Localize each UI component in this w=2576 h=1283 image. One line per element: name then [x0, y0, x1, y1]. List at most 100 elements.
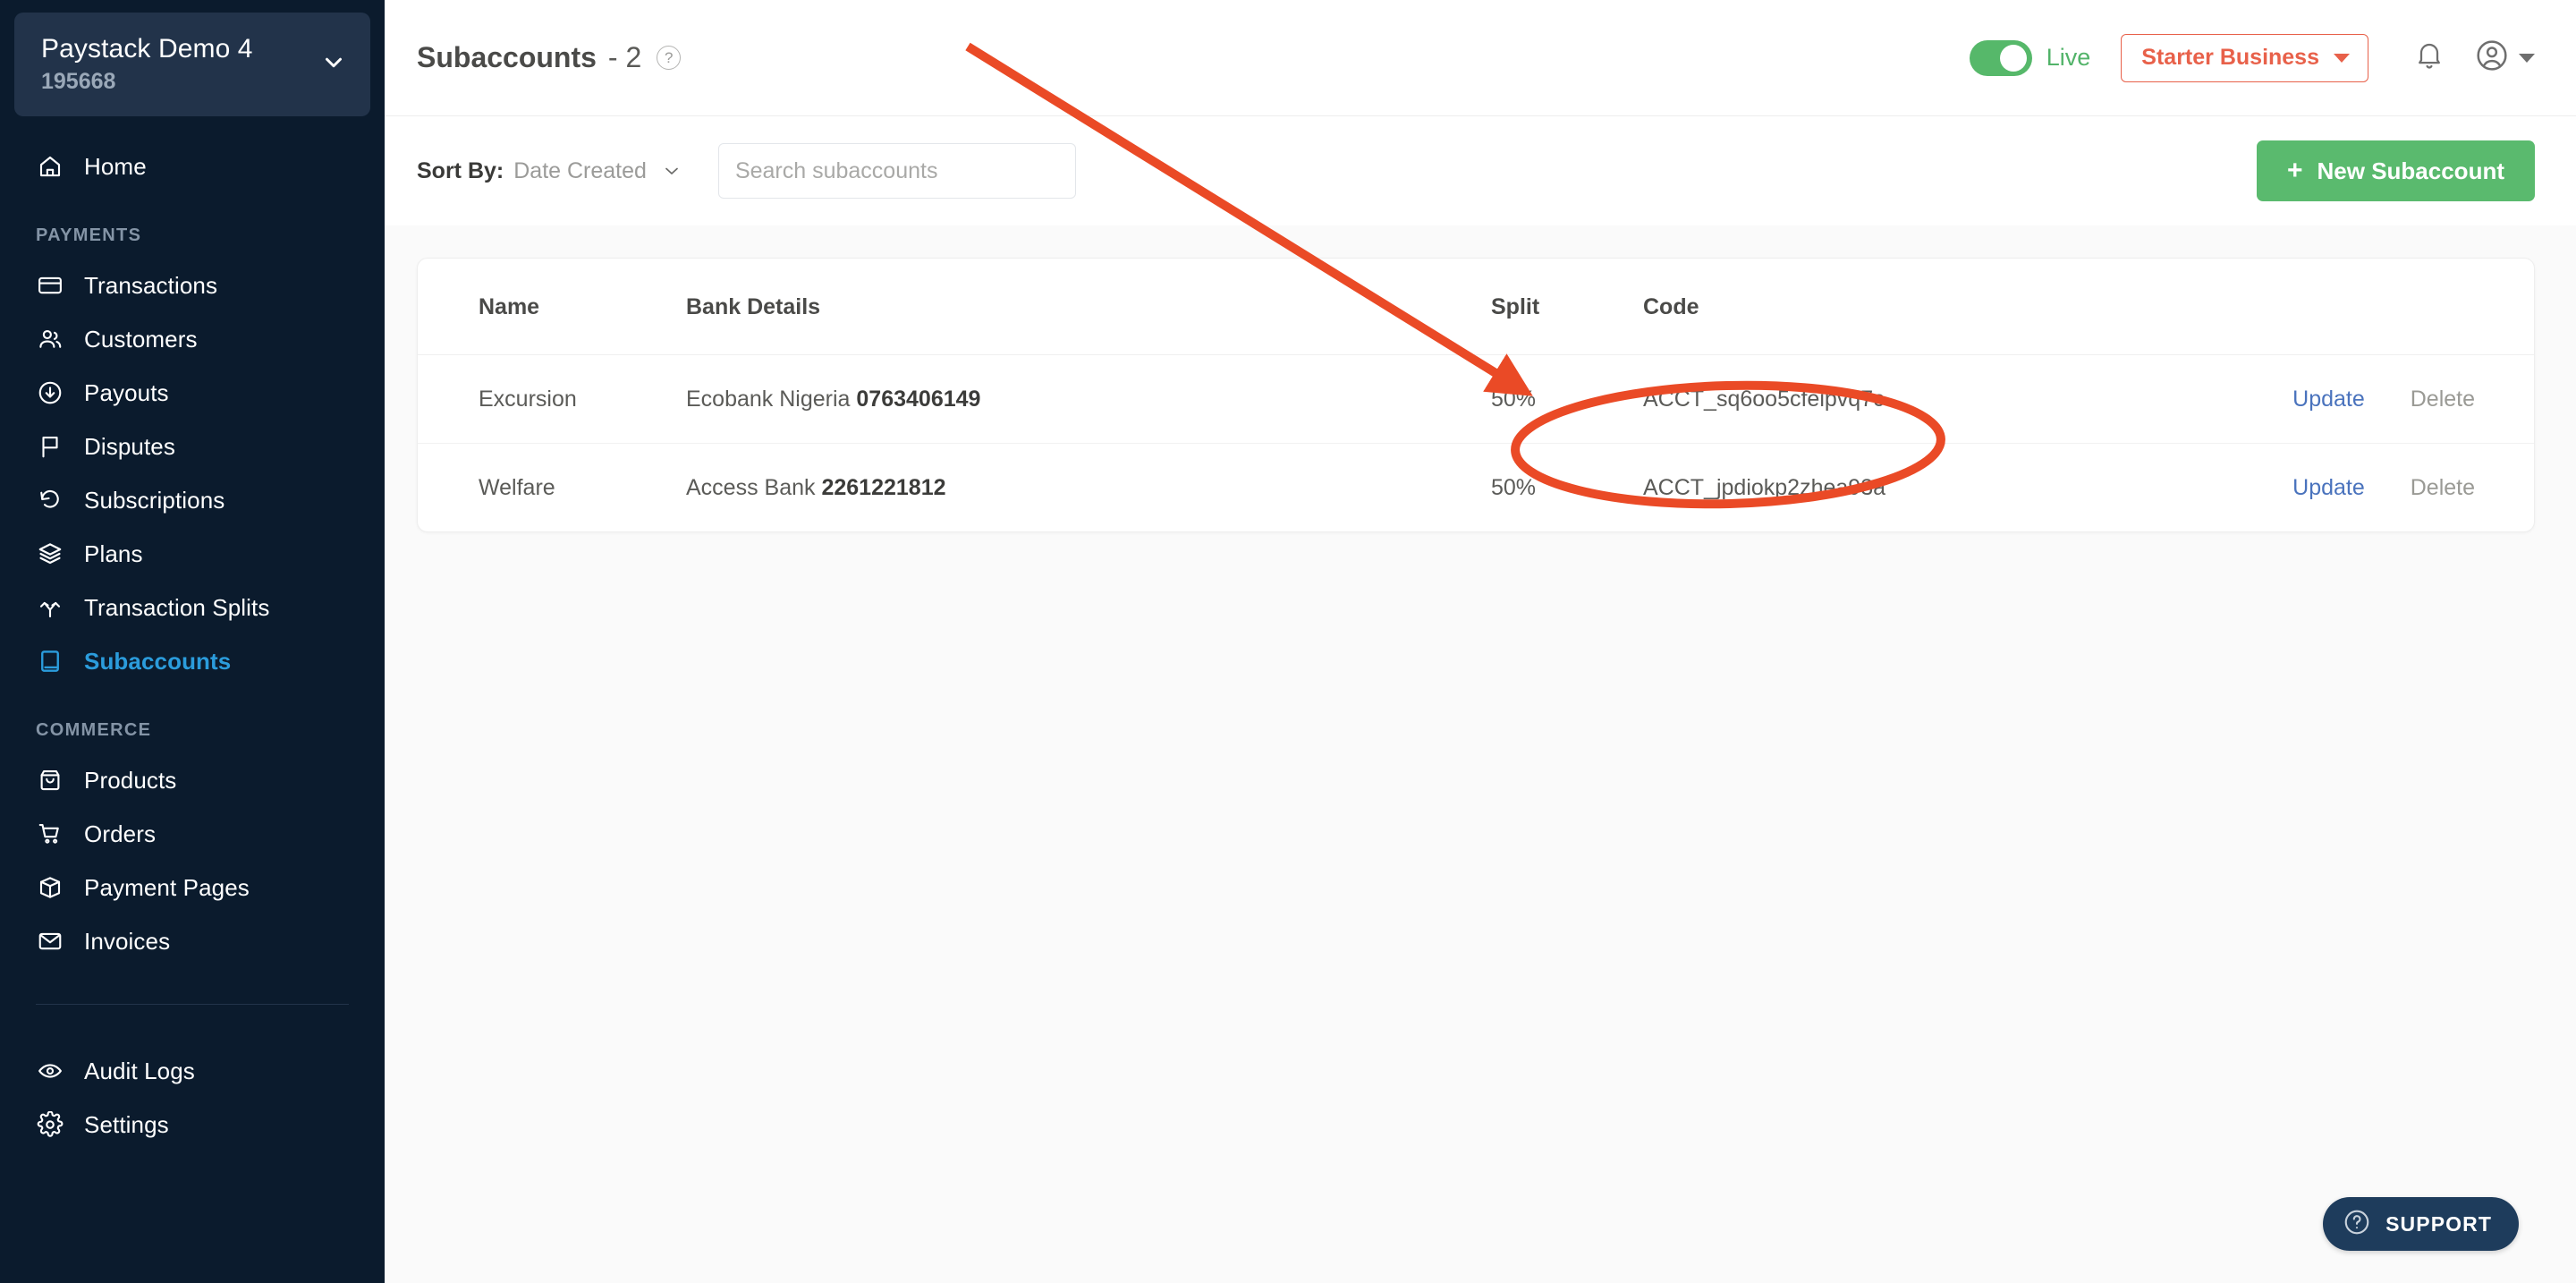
sidebar-item-transactions[interactable]: Transactions — [0, 259, 385, 312]
book-icon — [36, 647, 64, 675]
table-header-row: Name Bank Details Split Code — [418, 259, 2534, 355]
bell-icon — [2413, 39, 2445, 76]
search-subaccounts-box[interactable] — [717, 143, 1076, 199]
cell-actions: Update Delete — [2158, 354, 2534, 444]
new-subaccount-label: New Subaccount — [2317, 157, 2504, 184]
cell-code: ACCT_sq6oo5cfeipvq7c — [1643, 354, 2158, 444]
page-title-text: Subaccounts — [417, 41, 597, 73]
cell-actions: Update Delete — [2158, 444, 2534, 532]
layers-icon — [36, 540, 64, 568]
topbar-controls: Live Starter Business — [1969, 33, 2535, 83]
sidebar-item-orders[interactable]: Orders — [0, 807, 385, 861]
update-link[interactable]: Update — [2292, 475, 2365, 500]
sidebar-item-label: Subscriptions — [84, 486, 225, 514]
sidebar-item-transaction-splits[interactable]: Transaction Splits — [0, 581, 385, 634]
sort-by-dropdown[interactable]: Sort By: Date Created — [417, 158, 682, 184]
refresh-icon — [36, 486, 64, 514]
search-input[interactable] — [734, 157, 1059, 184]
support-label: SUPPORT — [2385, 1211, 2492, 1236]
column-header-split: Split — [1491, 259, 1643, 355]
subaccounts-table-card: Name Bank Details Split Code Excursion E… — [417, 258, 2535, 532]
sidebar-item-invoices[interactable]: Invoices — [0, 914, 385, 968]
account-info: Paystack Demo 4 195668 — [41, 33, 313, 97]
account-number: 2261221812 — [821, 475, 946, 500]
sidebar-section-commerce: COMMERCE — [36, 720, 152, 740]
sidebar-item-disputes[interactable]: Disputes — [0, 420, 385, 473]
chevron-down-icon — [2334, 53, 2350, 63]
plan-badge[interactable]: Starter Business — [2121, 33, 2368, 82]
sidebar-item-label: Audit Logs — [84, 1057, 195, 1084]
toolbar: Sort By: Date Created + New Subaccount — [385, 116, 2576, 225]
sidebar-item-label: Payment Pages — [84, 873, 250, 901]
account-name: Paystack Demo 4 — [41, 33, 253, 64]
sidebar-item-label: Plans — [84, 540, 143, 567]
cell-bank-details: Access Bank 2261221812 — [686, 444, 1491, 532]
column-header-bank-details: Bank Details — [686, 259, 1491, 355]
flag-icon — [36, 432, 64, 461]
account-id: 195668 — [41, 69, 116, 95]
topbar: Subaccounts - 2 ? Live Starter Business — [385, 0, 2576, 116]
sidebar-item-customers[interactable]: Customers — [0, 312, 385, 366]
sidebar: Paystack Demo 4 195668 Home PAYMENTS Tra — [0, 0, 385, 1283]
chevron-down-icon — [661, 160, 682, 182]
column-header-code: Code — [1643, 259, 2158, 355]
sidebar-item-label: Subaccounts — [84, 647, 232, 675]
delete-link[interactable]: Delete — [2411, 387, 2475, 412]
column-header-actions — [2158, 259, 2534, 355]
new-subaccount-button[interactable]: + New Subaccount — [2256, 140, 2535, 201]
card-icon — [36, 271, 64, 300]
plus-icon: + — [2286, 156, 2303, 185]
chevron-down-icon — [2519, 53, 2535, 63]
sidebar-item-payment-pages[interactable]: Payment Pages — [0, 861, 385, 914]
sidebar-item-audit-logs[interactable]: Audit Logs — [0, 1044, 385, 1098]
chevron-down-icon — [320, 49, 347, 81]
sidebar-item-settings[interactable]: Settings — [0, 1098, 385, 1151]
user-menu[interactable] — [2474, 38, 2535, 78]
envelope-icon — [36, 927, 64, 956]
sidebar-item-home[interactable]: Home — [0, 140, 385, 193]
table-row: Welfare Access Bank 2261221812 50% ACCT_… — [418, 444, 2534, 532]
support-button[interactable]: SUPPORT — [2323, 1197, 2519, 1251]
split-icon — [36, 593, 64, 622]
bank-name: Access Bank — [686, 475, 816, 500]
table-row: Excursion Ecobank Nigeria 0763406149 50%… — [418, 354, 2534, 444]
bag-icon — [36, 766, 64, 794]
eye-icon — [36, 1057, 64, 1085]
subaccounts-table: Name Bank Details Split Code Excursion E… — [418, 259, 2534, 531]
update-link[interactable]: Update — [2292, 387, 2365, 412]
content-area: Name Bank Details Split Code Excursion E… — [385, 225, 2576, 1283]
column-header-name: Name — [418, 259, 686, 355]
delete-link[interactable]: Delete — [2411, 475, 2475, 500]
sidebar-item-label: Orders — [84, 820, 157, 847]
help-icon[interactable]: ? — [657, 46, 682, 70]
cell-bank-details: Ecobank Nigeria 0763406149 — [686, 354, 1491, 444]
sidebar-item-label: Payouts — [84, 378, 169, 406]
sidebar-item-subscriptions[interactable]: Subscriptions — [0, 473, 385, 527]
cell-name: Excursion — [418, 354, 686, 444]
sidebar-item-label: Transactions — [84, 271, 218, 299]
app-root: Paystack Demo 4 195668 Home PAYMENTS Tra — [0, 0, 2576, 1283]
sidebar-item-products[interactable]: Products — [0, 753, 385, 807]
sidebar-bottom-nav: Audit Logs Settings — [0, 1044, 385, 1151]
account-switcher[interactable]: Paystack Demo 4 195668 — [14, 13, 370, 116]
sidebar-item-label: Disputes — [84, 432, 175, 460]
cell-code: ACCT_jpdiokp2zhea93a — [1643, 475, 1886, 500]
sidebar-item-plans[interactable]: Plans — [0, 527, 385, 581]
cell-split: 50% — [1491, 354, 1643, 444]
sidebar-item-label: Customers — [84, 325, 198, 353]
box-icon — [36, 873, 64, 902]
toggle-knob — [1999, 44, 2027, 72]
live-mode-toggle[interactable]: Live — [1969, 39, 2090, 76]
plan-badge-label: Starter Business — [2141, 45, 2319, 70]
sidebar-item-subaccounts[interactable]: Subaccounts — [0, 634, 385, 688]
home-icon — [36, 152, 64, 181]
sidebar-item-label: Settings — [84, 1110, 169, 1138]
arrow-down-circle-icon — [36, 378, 64, 407]
sidebar-item-label: Transaction Splits — [84, 593, 270, 621]
notifications-button[interactable] — [2404, 33, 2454, 83]
sidebar-nav: Home PAYMENTS Transactions Customers Pay… — [0, 140, 385, 1151]
sidebar-item-payouts[interactable]: Payouts — [0, 366, 385, 420]
page-title-count: - 2 — [607, 41, 642, 73]
bank-name: Ecobank Nigeria — [686, 387, 851, 412]
gear-icon — [36, 1110, 64, 1139]
